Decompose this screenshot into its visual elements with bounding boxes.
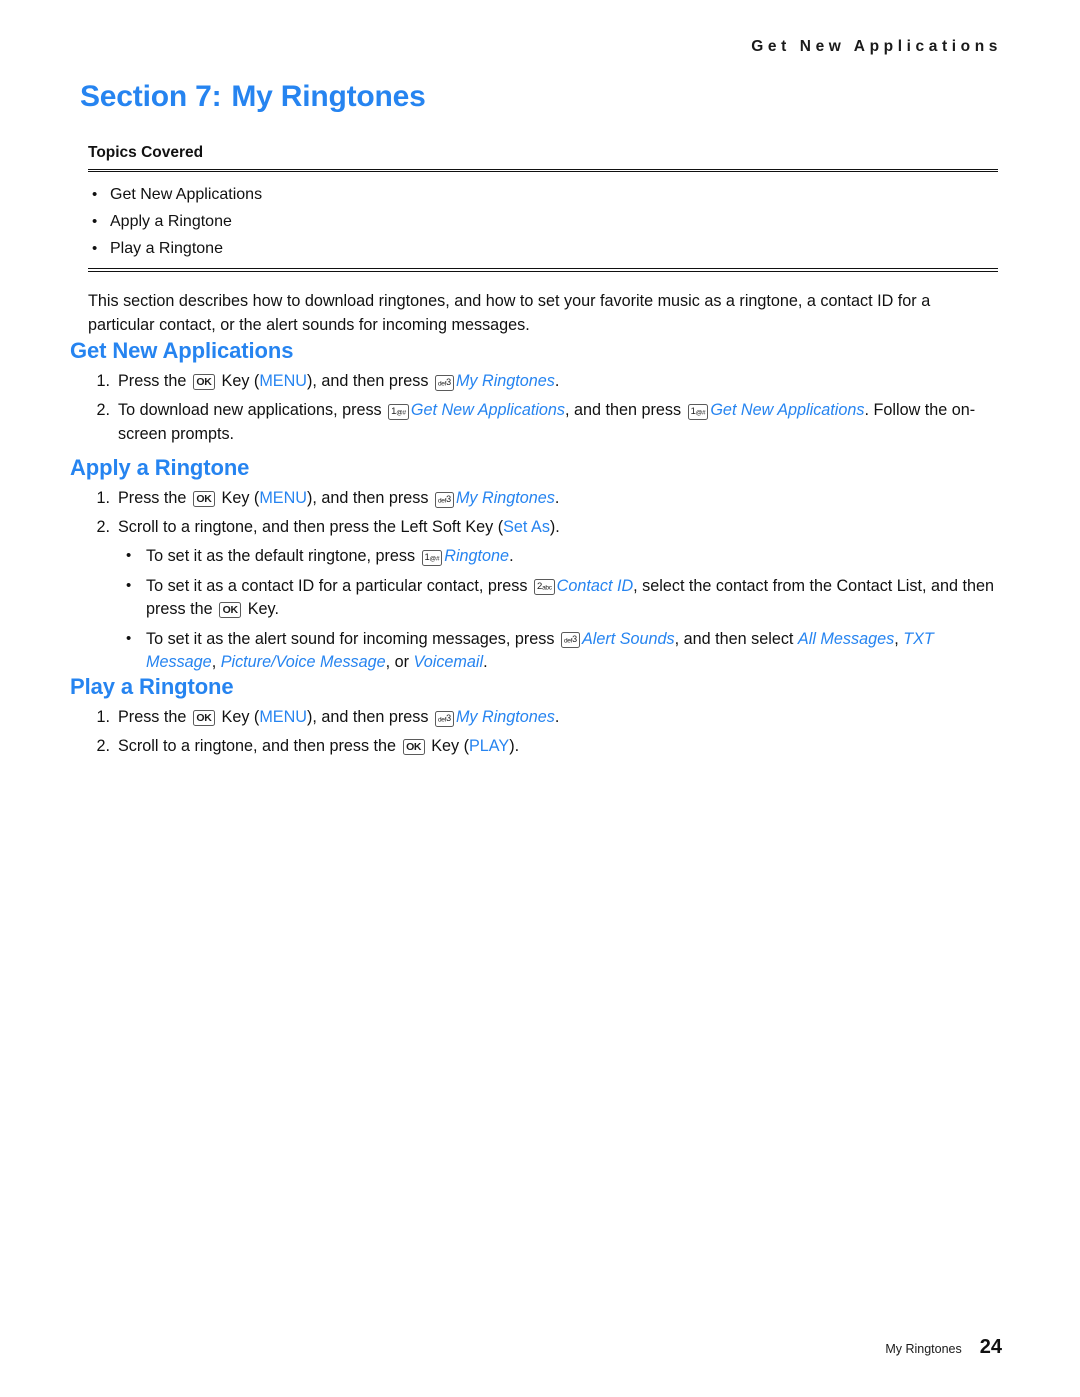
step-text: Key ( <box>217 708 260 726</box>
menu-target: Ringtone <box>444 547 510 565</box>
topics-rule-bottom <box>88 268 998 272</box>
ok-key-icon: OK <box>192 710 216 726</box>
sub-text: To set it as the default ringtone, press <box>146 547 420 565</box>
def-3-key-icon: def3 <box>434 710 454 727</box>
one-at-key-icon: 1@# <box>421 549 443 566</box>
step-number: 1. <box>96 489 110 507</box>
step-text: . <box>554 372 560 390</box>
steps-get-new-applications: 1. Press the OK Key (MENU), and then pres… <box>88 369 1000 446</box>
topics-covered-block: Topics Covered Get New Applications Appl… <box>88 144 998 272</box>
list-item: To set it as the alert sound for incomin… <box>124 627 1000 675</box>
section-play-a-ringtone: Play a Ringtone 1. Press the OK Key (MENU… <box>70 674 1000 758</box>
list-item: Apply a Ringtone <box>88 208 998 235</box>
list-item: To set it as the default ringtone, press… <box>124 544 1000 569</box>
footer-page-number: 24 <box>979 1336 1002 1358</box>
document-page: Get New Applications Section 7: My Ringto… <box>0 0 1080 1397</box>
one-at-key-icon: 1@# <box>687 403 709 420</box>
menu-label: MENU <box>259 372 307 390</box>
steps-apply-a-ringtone: 1. Press the OK Key (MENU), and then pres… <box>88 486 1000 675</box>
step-text: . <box>554 708 560 726</box>
sub-text: . <box>483 653 488 671</box>
step-number: 2. <box>96 737 110 755</box>
menu-label: MENU <box>259 489 307 507</box>
step-text: ). <box>509 737 520 755</box>
two-abc-key-icon: 2abc <box>533 579 555 595</box>
sub-bullet-list: To set it as the default ringtone, press… <box>124 544 1000 675</box>
list-item: Play a Ringtone <box>88 235 998 262</box>
def-3-key-icon: def3 <box>560 632 580 648</box>
step-text: ), and then press <box>307 489 433 507</box>
sub-text: . <box>509 547 514 565</box>
step-text: ), and then press <box>307 372 433 390</box>
menu-target: My Ringtones <box>455 489 555 507</box>
step-item: 2. To download new applications, press 1@… <box>88 398 1000 446</box>
option-label: Picture/Voice Message <box>220 653 386 671</box>
sub-text: To set it as a contact ID for a particul… <box>146 576 532 595</box>
soft-key-label: Set As <box>503 518 550 536</box>
step-text: Scroll to a ringtone, and then press the <box>118 737 401 755</box>
sub-text: Key. <box>243 600 279 618</box>
menu-target: Alert Sounds <box>581 629 675 648</box>
one-at-key-icon: 1@# <box>388 403 409 420</box>
sub-text: , <box>894 629 904 648</box>
sub-text: , and then select <box>674 629 798 648</box>
step-text: ). <box>549 518 560 536</box>
section-title-name: My Ringtones <box>231 80 426 113</box>
step-text: Press the <box>118 372 191 390</box>
step-text: Press the <box>118 489 191 507</box>
step-item: 1. Press the OK Key (MENU), and then pres… <box>88 369 1000 393</box>
ok-key-icon: OK <box>219 602 242 618</box>
def-3-key-icon: def3 <box>434 374 454 391</box>
step-number: 1. <box>96 708 110 726</box>
list-item: Get New Applications <box>88 181 998 208</box>
heading-apply-a-ringtone: Apply a Ringtone <box>70 455 250 480</box>
intro-paragraph: This section describes how to download r… <box>88 292 931 334</box>
step-number: 2. <box>96 518 110 536</box>
running-header: Get New Applications <box>751 38 1002 55</box>
step-text: Key ( <box>217 372 260 390</box>
ok-key-icon: OK <box>192 374 216 390</box>
play-label: PLAY <box>469 737 510 755</box>
step-text: ), and then press <box>307 708 433 726</box>
menu-target: Contact ID <box>556 576 634 595</box>
step-number: 2. <box>96 401 110 419</box>
def-3-key-icon: def3 <box>434 491 454 508</box>
list-item: To set it as a contact ID for a particul… <box>124 574 1000 622</box>
step-text: Key ( <box>217 489 260 507</box>
menu-target: My Ringtones <box>455 372 555 390</box>
step-text: To download new applications, press <box>118 401 387 419</box>
sub-text: , <box>211 653 221 671</box>
sub-text: , or <box>385 653 414 671</box>
step-number: 1. <box>96 372 110 390</box>
step-item: 1. Press the OK Key (MENU), and then pres… <box>88 705 1000 729</box>
ok-key-icon: OK <box>402 739 425 755</box>
steps-play-a-ringtone: 1. Press the OK Key (MENU), and then pres… <box>88 705 1000 758</box>
step-item: 2. Scroll to a ringtone, and then press t… <box>88 734 1000 758</box>
section-apply-a-ringtone: Apply a Ringtone 1. Press the OK Key (MEN… <box>70 455 1000 675</box>
ok-key-icon: OK <box>192 491 216 507</box>
topics-covered-label: Topics Covered <box>88 144 204 161</box>
option-label: All Messages <box>797 629 895 648</box>
step-text: Scroll to a ringtone, and then press the… <box>118 518 504 536</box>
footer-section-label: My Ringtones <box>885 1342 962 1356</box>
heading-play-a-ringtone: Play a Ringtone <box>70 674 234 699</box>
step-item: 2. Scroll to a ringtone, and then press t… <box>88 515 1000 675</box>
option-label: Voicemail <box>413 653 484 671</box>
menu-target: Get New Applications <box>410 401 566 419</box>
heading-get-new-applications: Get New Applications <box>70 338 294 363</box>
menu-target: My Ringtones <box>455 708 555 726</box>
menu-label: MENU <box>259 708 307 726</box>
section-title-prefix: Section 7: <box>80 80 222 113</box>
topics-list: Get New Applications Apply a Ringtone Pl… <box>88 172 998 268</box>
section-get-new-applications: Get New Applications 1. Press the OK Key … <box>70 338 1000 446</box>
step-text: . <box>554 489 560 507</box>
step-text: , and then press <box>565 401 686 419</box>
step-item: 1. Press the OK Key (MENU), and then pres… <box>88 486 1000 510</box>
page-footer: My Ringtones 24 <box>885 1336 1002 1359</box>
step-text: Press the <box>118 708 191 726</box>
page-title: Section 7: My Ringtones <box>80 80 426 114</box>
sub-text: To set it as the alert sound for incomin… <box>146 629 559 648</box>
step-text: Key ( <box>426 737 469 755</box>
menu-target: Get New Applications <box>710 401 865 419</box>
